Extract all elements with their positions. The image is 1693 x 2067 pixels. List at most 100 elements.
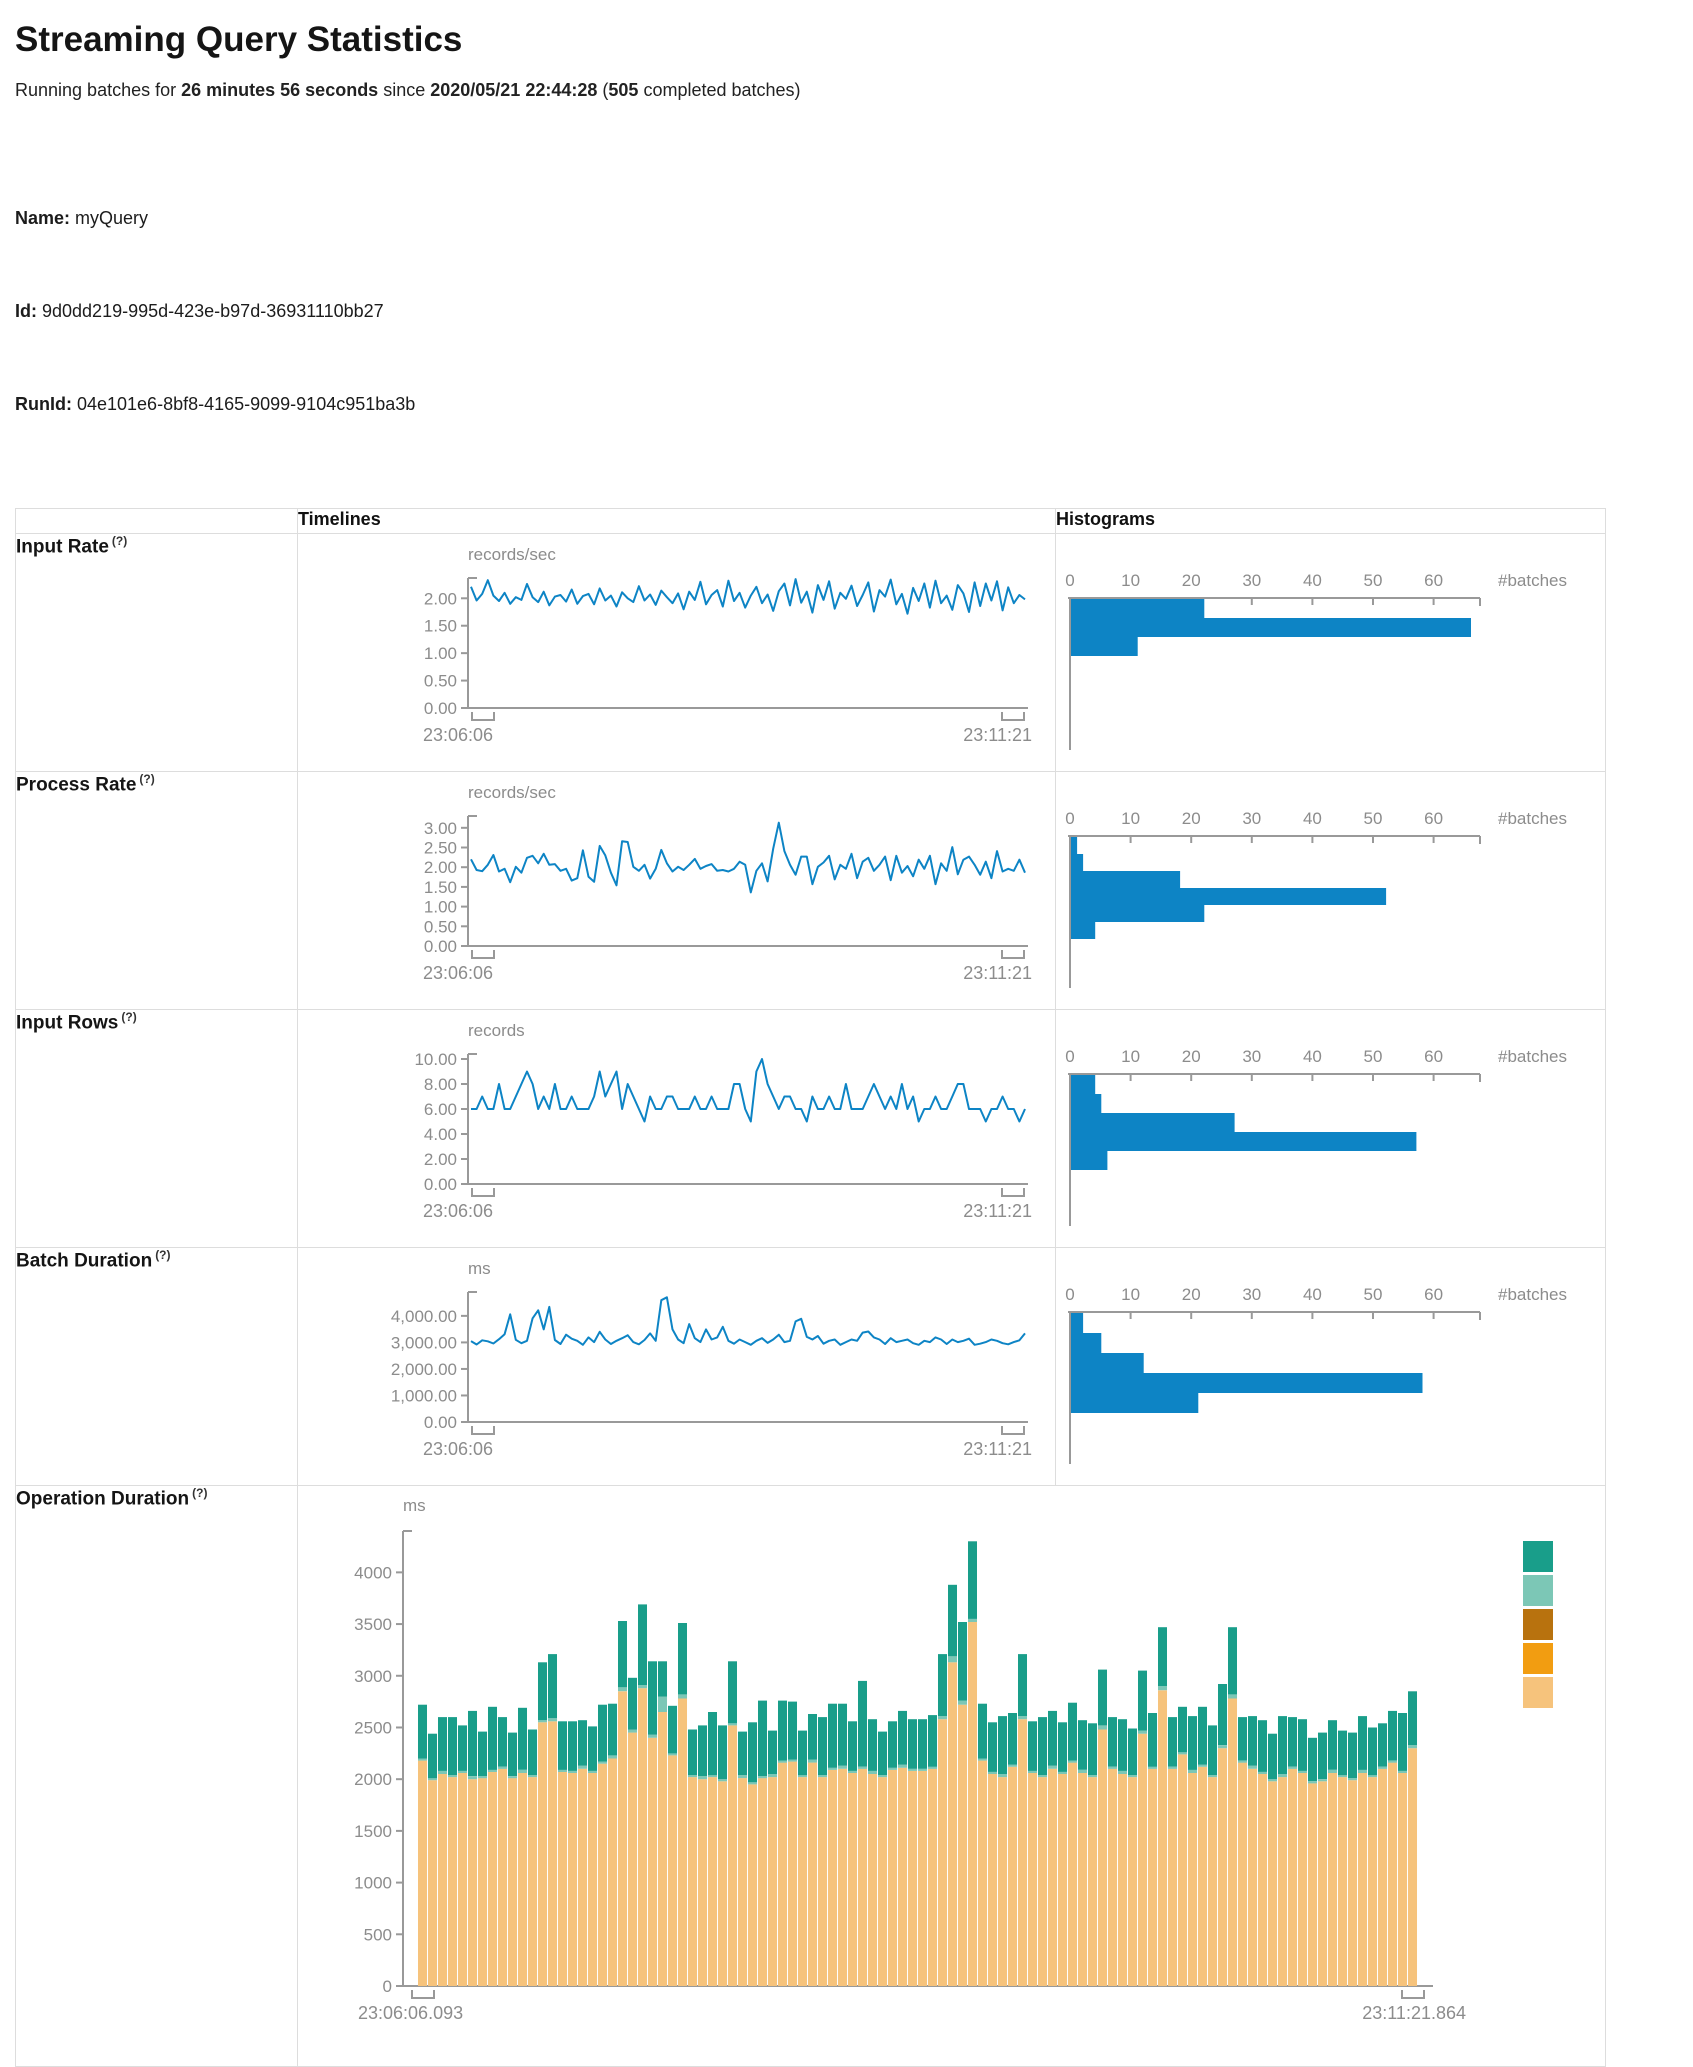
svg-text:2,000.00: 2,000.00 [391, 1360, 457, 1379]
runid-label: RunId: [15, 394, 72, 414]
input-rate-timeline-cell: records/sec2.001.501.000.500.0023:06:062… [298, 534, 1056, 772]
batch-duration-histogram-chart: 0102030405060#batches [1056, 1248, 1605, 1485]
completed-suffix: completed batches) [638, 80, 800, 100]
svg-text:0: 0 [383, 1977, 392, 1996]
process-rate-timeline-cell: records/sec3.002.502.001.501.000.500.002… [298, 772, 1056, 1010]
svg-text:records: records [468, 1021, 525, 1040]
svg-text:60: 60 [1424, 571, 1443, 590]
svg-text:0.00: 0.00 [424, 1175, 457, 1194]
svg-text:ms: ms [403, 1496, 426, 1515]
svg-text:30: 30 [1242, 571, 1261, 590]
operation-duration-row: Operation Duration(?) ms4000350030002500… [16, 1486, 1606, 2067]
operation-duration-help-icon[interactable]: (?) [192, 1486, 207, 1500]
svg-text:23:11:21: 23:11:21 [963, 1201, 1032, 1221]
svg-text:23:06:06.093: 23:06:06.093 [358, 2003, 463, 2023]
empty-header-cell [16, 509, 298, 534]
name-value: myQuery [70, 208, 148, 228]
svg-text:10.00: 10.00 [414, 1050, 457, 1069]
id-label: Id: [15, 301, 37, 321]
svg-text:23:06:06: 23:06:06 [423, 1439, 493, 1459]
svg-text:10: 10 [1121, 571, 1140, 590]
svg-text:30: 30 [1242, 1285, 1261, 1304]
operation-duration-legend-swatch [1523, 1609, 1553, 1640]
svg-text:#batches: #batches [1498, 571, 1567, 590]
running-duration: 26 minutes 56 seconds [181, 80, 378, 100]
input-rows-histogram-cell: 0102030405060#batches [1056, 1010, 1606, 1248]
svg-text:0: 0 [1065, 1047, 1074, 1066]
completed-count: 505 [608, 80, 638, 100]
svg-text:0.00: 0.00 [424, 1413, 457, 1432]
input-rate-label-cell: Input Rate(?) [16, 534, 298, 772]
query-id-line: Id: 9d0dd219-995d-423e-b97d-36931110bb27 [15, 296, 1693, 327]
svg-text:23:06:06: 23:06:06 [423, 725, 493, 745]
input-rate-histogram-cell: 0102030405060#batches [1056, 534, 1606, 772]
table-header-row: Timelines Histograms [16, 509, 1606, 534]
batch-duration-help-icon[interactable]: (?) [155, 1248, 170, 1262]
svg-text:1500: 1500 [354, 1822, 392, 1841]
svg-text:50: 50 [1364, 571, 1383, 590]
batch-duration-label: Batch Duration [16, 1250, 152, 1271]
svg-text:20: 20 [1182, 571, 1201, 590]
input-rate-histogram-chart: 0102030405060#batches [1056, 534, 1605, 771]
svg-text:60: 60 [1424, 1285, 1443, 1304]
batch-duration-timeline-cell: ms4,000.003,000.002,000.001,000.000.0023… [298, 1248, 1056, 1486]
svg-text:23:11:21: 23:11:21 [963, 725, 1032, 745]
input-rate-help-icon[interactable]: (?) [112, 534, 127, 548]
svg-text:records/sec: records/sec [468, 783, 556, 802]
query-meta: Name: myQuery Id: 9d0dd219-995d-423e-b97… [15, 141, 1693, 482]
process-rate-label-cell: Process Rate(?) [16, 772, 298, 1010]
batch-duration-label-cell: Batch Duration(?) [16, 1248, 298, 1486]
timelines-column-header: Timelines [298, 509, 1056, 534]
batch-duration-histogram-cell: 0102030405060#batches [1056, 1248, 1606, 1486]
input-rows-help-icon[interactable]: (?) [121, 1010, 136, 1024]
svg-text:8.00: 8.00 [424, 1075, 457, 1094]
svg-text:10: 10 [1121, 1285, 1140, 1304]
since-word: since [378, 80, 430, 100]
svg-text:1.00: 1.00 [424, 644, 457, 663]
page-title: Streaming Query Statistics [15, 20, 1693, 60]
svg-text:2.00: 2.00 [424, 1150, 457, 1169]
batch-duration-timeline-chart: ms4,000.003,000.002,000.001,000.000.0023… [298, 1248, 1055, 1485]
svg-text:23:11:21.864: 23:11:21.864 [1362, 2003, 1466, 2023]
svg-text:2.00: 2.00 [424, 589, 457, 608]
input-rows-label-cell: Input Rows(?) [16, 1010, 298, 1248]
svg-text:3500: 3500 [354, 1615, 392, 1634]
process-rate-timeline-chart: records/sec3.002.502.001.501.000.500.002… [298, 772, 1055, 1009]
operation-duration-label-cell: Operation Duration(?) [16, 1486, 298, 2067]
operation-duration-stacked-chart: ms4000350030002500200015001000500023:06:… [298, 1486, 1605, 2066]
svg-text:2.50: 2.50 [424, 839, 457, 858]
input-rate-row: Input Rate(?) records/sec2.001.501.000.5… [16, 534, 1606, 772]
svg-text:50: 50 [1364, 809, 1383, 828]
svg-text:0: 0 [1065, 1285, 1074, 1304]
svg-text:records/sec: records/sec [468, 545, 556, 564]
svg-text:0.00: 0.00 [424, 699, 457, 718]
svg-text:40: 40 [1303, 809, 1322, 828]
svg-text:6.00: 6.00 [424, 1100, 457, 1119]
svg-text:3.00: 3.00 [424, 819, 457, 838]
svg-text:2.00: 2.00 [424, 858, 457, 877]
svg-text:3000: 3000 [354, 1667, 392, 1686]
svg-text:50: 50 [1364, 1285, 1383, 1304]
query-name-line: Name: myQuery [15, 203, 1693, 234]
start-time: 2020/05/21 22:44:28 [430, 80, 597, 100]
svg-text:1000: 1000 [354, 1874, 392, 1893]
svg-text:10: 10 [1121, 1047, 1140, 1066]
running-prefix: Running batches for [15, 80, 181, 100]
svg-text:1.50: 1.50 [424, 878, 457, 897]
svg-text:23:06:06: 23:06:06 [423, 963, 493, 983]
operation-duration-legend-swatch [1523, 1575, 1553, 1606]
process-rate-histogram-cell: 0102030405060#batches [1056, 772, 1606, 1010]
operation-duration-legend-swatch [1523, 1677, 1553, 1708]
process-rate-help-icon[interactable]: (?) [139, 772, 154, 786]
svg-text:10: 10 [1121, 809, 1140, 828]
svg-text:1,000.00: 1,000.00 [391, 1386, 457, 1405]
name-label: Name: [15, 208, 70, 228]
operation-duration-legend-swatch [1523, 1541, 1553, 1572]
operation-duration-chart-cell: ms4000350030002500200015001000500023:06:… [298, 1486, 1606, 2067]
svg-text:60: 60 [1424, 1047, 1443, 1066]
svg-text:20: 20 [1182, 809, 1201, 828]
svg-text:40: 40 [1303, 1047, 1322, 1066]
input-rows-timeline-chart: records10.008.006.004.002.000.0023:06:06… [298, 1010, 1055, 1247]
svg-text:30: 30 [1242, 1047, 1261, 1066]
histograms-column-header: Histograms [1056, 509, 1606, 534]
